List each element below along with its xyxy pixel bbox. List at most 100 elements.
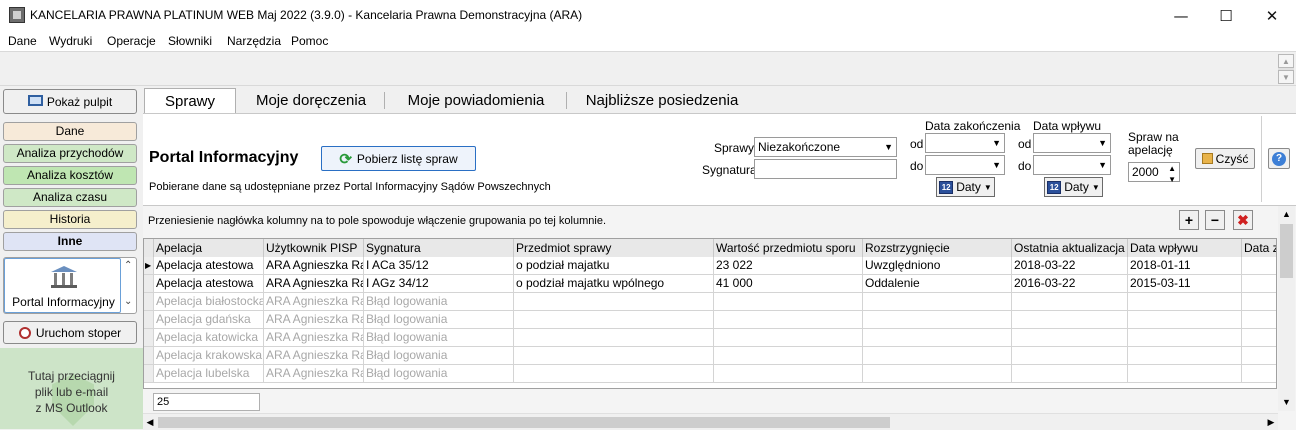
table-row[interactable]: Apelacja krakowska ARA Agnieszka Rak Błąd … xyxy=(144,347,1276,365)
fetch-cases-button[interactable]: ⟳ Pobierz listę spraw xyxy=(321,146,476,171)
table-cell[interactable] xyxy=(863,329,1012,347)
table-cell[interactable]: 2018-01-11 xyxy=(1128,257,1242,275)
menu-wydruki[interactable]: Wydruki xyxy=(49,34,92,48)
table-cell[interactable] xyxy=(1012,329,1128,347)
scroll-thumb[interactable] xyxy=(1280,224,1293,278)
table-cell[interactable] xyxy=(714,365,863,383)
show-desktop-button[interactable]: Pokaż pulpit xyxy=(3,89,137,114)
table-cell[interactable] xyxy=(863,311,1012,329)
table-cell[interactable] xyxy=(1012,293,1128,311)
table-cell[interactable] xyxy=(1242,293,1276,311)
menu-dane[interactable]: Dane xyxy=(8,34,37,48)
table-row[interactable]: Apelacja katowicka ARA Agnieszka Rak Błąd … xyxy=(144,329,1276,347)
table-cell[interactable] xyxy=(1128,347,1242,365)
column-header[interactable]: Data z xyxy=(1242,239,1276,257)
tab-moje-doreczenia[interactable]: Moje doręczenia xyxy=(240,88,382,113)
table-row[interactable]: Apelacja atestowa ARA Agnieszka Rak I AGz … xyxy=(144,275,1276,293)
close-button[interactable]: ✕ xyxy=(1249,0,1295,31)
table-cell[interactable]: 2018-03-22 xyxy=(1012,257,1128,275)
table-cell[interactable]: Apelacja atestowa xyxy=(154,257,264,275)
nav-inne[interactable]: Inne xyxy=(3,232,137,251)
column-header[interactable]: Sygnatura xyxy=(364,239,514,257)
column-header[interactable]: Użytkownik PISP xyxy=(264,239,364,257)
spin-down-icon[interactable]: ▼ xyxy=(1168,171,1176,189)
table-cell[interactable]: Apelacja białostocka xyxy=(154,293,264,311)
sygnatura-input[interactable] xyxy=(754,159,897,179)
start-stopwatch-button[interactable]: Uruchom stoper xyxy=(3,321,137,344)
table-cell[interactable] xyxy=(863,365,1012,383)
zak-do-date[interactable]: ▼ xyxy=(925,155,1005,175)
apel-count-spinner[interactable]: 2000 ▲ ▼ xyxy=(1128,162,1180,184)
table-cell[interactable]: Apelacja lubelska xyxy=(154,365,264,383)
nav-analiza-przychodow[interactable]: Analiza przychodów xyxy=(3,144,137,163)
horizontal-scrollbar[interactable]: ◀ ▶ xyxy=(143,413,1278,430)
table-cell[interactable]: Apelacja krakowska xyxy=(154,347,264,365)
drop-zone[interactable]: Tutaj przeciągnij plik lub e-mail z MS O… xyxy=(0,348,143,429)
table-cell[interactable]: ARA Agnieszka Rak xyxy=(264,275,364,293)
table-cell[interactable] xyxy=(714,329,863,347)
nav-analiza-czasu[interactable]: Analiza czasu xyxy=(3,188,137,207)
help-button[interactable]: ? xyxy=(1268,148,1290,169)
table-cell[interactable] xyxy=(514,347,714,365)
table-cell[interactable]: Błąd logowania xyxy=(364,347,514,365)
table-cell[interactable]: ARA Agnieszka Rak xyxy=(264,257,364,275)
table-cell[interactable]: ARA Agnieszka Rak xyxy=(264,347,364,365)
table-cell[interactable] xyxy=(1242,329,1276,347)
table-cell[interactable]: 41 000 xyxy=(714,275,863,293)
sprawy-select[interactable]: Niezakończone ▼ xyxy=(754,137,897,157)
nav-dane[interactable]: Dane xyxy=(3,122,137,141)
table-cell[interactable] xyxy=(1242,311,1276,329)
table-cell[interactable]: 2015-03-11 xyxy=(1128,275,1242,293)
table-row[interactable]: Apelacja lubelska ARA Agnieszka Rak Błąd l… xyxy=(144,365,1276,383)
table-cell[interactable] xyxy=(1012,365,1128,383)
table-cell[interactable]: ARA Agnieszka Rak xyxy=(264,293,364,311)
table-row[interactable]: Apelacja białostocka ARA Agnieszka Rak Błą… xyxy=(144,293,1276,311)
column-header[interactable]: Apelacja xyxy=(154,239,264,257)
hscroll-thumb[interactable] xyxy=(158,417,890,428)
table-cell[interactable] xyxy=(1128,293,1242,311)
table-cell[interactable]: I AGz 34/12 xyxy=(364,275,514,293)
table-cell[interactable] xyxy=(1012,347,1128,365)
table-cell[interactable] xyxy=(714,311,863,329)
vertical-scrollbar[interactable]: ▲ ▼ xyxy=(1278,206,1295,411)
table-cell[interactable]: Apelacja atestowa xyxy=(154,275,264,293)
portal-module-item[interactable]: Portal Informacyjny xyxy=(4,258,121,313)
expand-all-button[interactable]: + xyxy=(1179,210,1199,230)
table-cell[interactable] xyxy=(514,365,714,383)
delete-button[interactable]: ✖ xyxy=(1233,210,1253,230)
menu-narzedzia[interactable]: Narzędzia xyxy=(227,34,281,48)
table-cell[interactable]: Błąd logowania xyxy=(364,365,514,383)
table-cell[interactable]: ARA Agnieszka Rak xyxy=(264,329,364,347)
table-cell[interactable]: 23 022 xyxy=(714,257,863,275)
table-cell[interactable] xyxy=(714,293,863,311)
table-cell[interactable]: Błąd logowania xyxy=(364,311,514,329)
chevron-down-icon[interactable]: ⌄ xyxy=(124,296,132,307)
table-cell[interactable]: I ACa 35/12 xyxy=(364,257,514,275)
table-cell[interactable] xyxy=(1012,311,1128,329)
table-row[interactable]: Apelacja gdańska ARA Agnieszka Rak Błąd lo… xyxy=(144,311,1276,329)
wpl-od-date[interactable]: ▼ xyxy=(1033,133,1111,153)
tab-sprawy[interactable]: Sprawy xyxy=(144,88,236,114)
table-cell[interactable]: Uwzględniono xyxy=(863,257,1012,275)
zak-od-date[interactable]: ▼ xyxy=(925,133,1005,153)
nav-historia[interactable]: Historia xyxy=(3,210,137,229)
table-cell[interactable]: Oddalenie xyxy=(863,275,1012,293)
wpl-daty-button[interactable]: 12 Daty ▼ xyxy=(1044,177,1103,197)
scroll-up-icon[interactable]: ▲ xyxy=(1278,206,1295,223)
table-row[interactable]: ▶ Apelacja atestowa ARA Agnieszka Rak I ACa… xyxy=(144,257,1276,275)
collapse-all-button[interactable]: − xyxy=(1205,210,1225,230)
table-cell[interactable]: Apelacja gdańska xyxy=(154,311,264,329)
chevron-up-icon[interactable]: ⌃ xyxy=(124,260,132,271)
table-cell[interactable]: Błąd logowania xyxy=(364,293,514,311)
table-cell[interactable]: ARA Agnieszka Rak xyxy=(264,365,364,383)
table-cell[interactable]: ARA Agnieszka Rak xyxy=(264,311,364,329)
column-header[interactable]: Wartość przedmiotu sporu xyxy=(714,239,863,257)
table-cell[interactable]: o podział majatku xyxy=(514,257,714,275)
table-cell[interactable] xyxy=(1242,365,1276,383)
column-header[interactable]: Data wpływu xyxy=(1128,239,1242,257)
table-cell[interactable] xyxy=(1128,329,1242,347)
table-cell[interactable] xyxy=(1128,365,1242,383)
table-cell[interactable] xyxy=(514,293,714,311)
table-cell[interactable] xyxy=(1128,311,1242,329)
toolbar-scroll-down-icon[interactable]: ▼ xyxy=(1278,70,1294,84)
